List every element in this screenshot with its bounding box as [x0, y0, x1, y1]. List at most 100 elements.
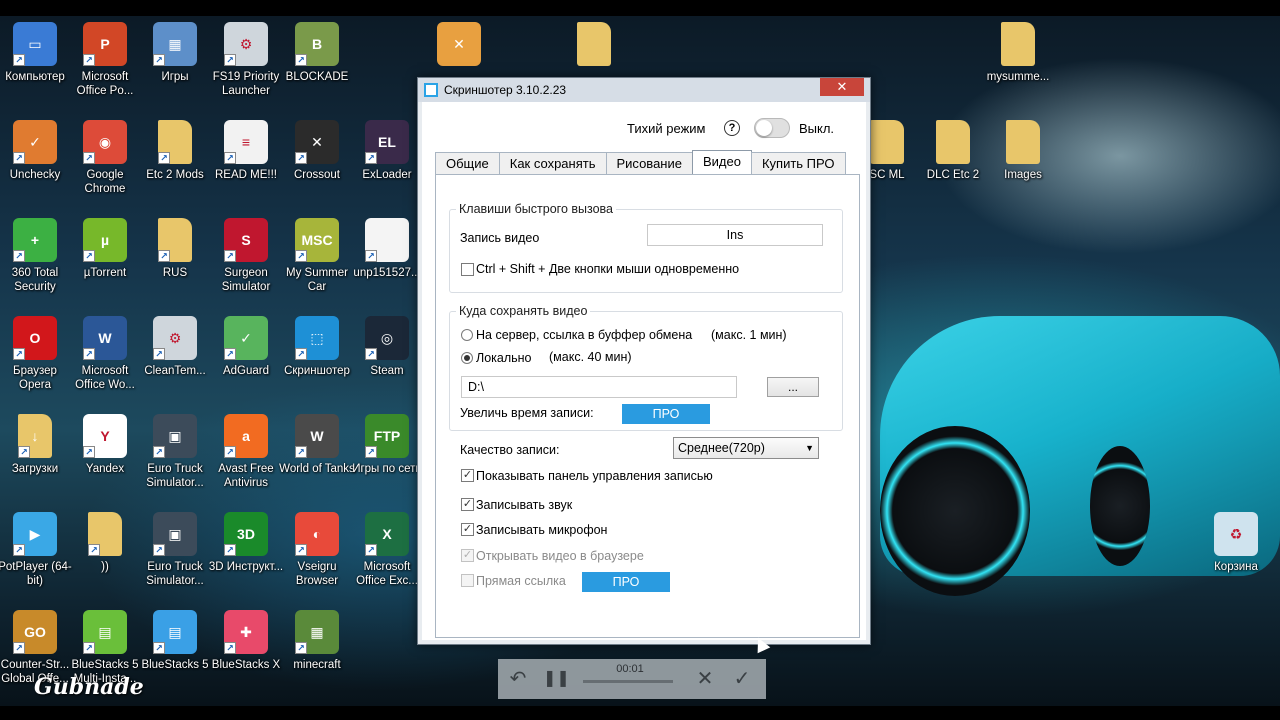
desktop-icon-label: READ ME!!!: [215, 169, 277, 181]
tab-buy-pro[interactable]: Купить ПРО: [750, 152, 846, 174]
desktop-icon[interactable]: ↗ RUS: [140, 218, 210, 314]
desktop-icon[interactable]: EL ↗ ExLoader: [352, 120, 422, 216]
direct-link-pro-button[interactable]: ПРО: [582, 572, 670, 592]
ccleaner-broom-icon: ✕: [437, 22, 481, 66]
shortcut-arrow-icon: ↗: [83, 348, 95, 360]
desktop-icon[interactable]: Y ↗ Yandex: [70, 414, 140, 510]
desktop-icon[interactable]: ↗ Etc 2 Mods: [140, 120, 210, 216]
desktop-icon[interactable]: ↗)): [70, 512, 140, 608]
shortcut-arrow-icon: ↗: [365, 544, 377, 556]
mouse-combo-checkbox[interactable]: [461, 263, 474, 276]
icon-glyph: ▣: [168, 427, 182, 444]
window-title: Скриншотер 3.10.2.23: [444, 83, 567, 97]
shortcut-arrow-icon: ↗: [83, 250, 95, 262]
shortcut-arrow-icon: ↗: [295, 642, 307, 654]
shortcut-arrow-icon: ↗: [13, 250, 25, 262]
browse-button[interactable]: ...: [767, 377, 819, 397]
help-icon[interactable]: ?: [724, 120, 740, 136]
desktop-icon[interactable]: ◎ ↗ Steam: [352, 316, 422, 412]
save-location-group: Куда сохранять видео На сервер, ссылка в…: [449, 304, 843, 431]
save-path-field[interactable]: D:\: [461, 376, 737, 398]
desktop-icon-label: 3D Инструкт...: [208, 561, 284, 573]
increase-time-pro-button[interactable]: ПРО: [622, 404, 710, 424]
tab-bar: Общие Как сохранять Рисование Видео Купи…: [435, 150, 846, 174]
desktop-icon[interactable]: ✓ ↗ AdGuard: [211, 316, 281, 412]
desktop-icon[interactable]: ≡ ↗ READ ME!!!: [211, 120, 281, 216]
desktop-icon[interactable]: + ↗ 360 Total Security: [0, 218, 70, 314]
desktop-icon[interactable]: ✕ ↗ Crossout: [282, 120, 352, 216]
undo-icon[interactable]: ↶: [506, 667, 530, 691]
desktop-icon-label: 360 Total Security: [11, 267, 59, 293]
desktop-icon[interactable]: S ↗ Surgeon Simulator: [211, 218, 281, 314]
quality-select[interactable]: Среднее(720p) ▼: [673, 437, 819, 459]
cancel-recording-button[interactable]: ✕: [693, 667, 717, 691]
desktop-icon[interactable]: O ↗ Браузер Opera: [0, 316, 70, 412]
desktop-icon-label: Компьютер: [5, 71, 65, 83]
desktop-icon[interactable]: ▤ ↗ BlueStacks 5: [140, 610, 210, 706]
desktop-icon[interactable]: mysumme...: [983, 22, 1053, 118]
desktop-icon[interactable]: µ ↗ µTorrent: [70, 218, 140, 314]
close-button[interactable]: ✕: [820, 78, 864, 96]
360-security-icon: + ↗: [13, 218, 57, 262]
local-radio[interactable]: [461, 352, 473, 364]
desktop-icon[interactable]: ↓ ↗ Загрузки: [0, 414, 70, 510]
tab-save-method[interactable]: Как сохранять: [498, 152, 607, 174]
desktop-icon[interactable]: ▦ ↗ minecraft: [282, 610, 352, 706]
desktop-icon[interactable]: ⚙ ↗ CleanTem...: [140, 316, 210, 412]
window-titlebar[interactable]: Скриншотер 3.10.2.23 ✕: [418, 78, 870, 102]
shortcut-arrow-icon: ↗: [13, 544, 25, 556]
desktop-icon[interactable]: ♻ Корзина: [1201, 512, 1271, 608]
screenshoter-icon: ⬚ ↗: [295, 316, 339, 360]
confirm-recording-button[interactable]: ✓: [730, 667, 754, 691]
desktop-icon[interactable]: a ↗ Avast Free Antivirus: [211, 414, 281, 510]
desktop-icon[interactable]: ▣ ↗ Euro Truck Simulator...: [140, 414, 210, 510]
desktop-icon[interactable]: Images: [988, 120, 1058, 216]
desktop-icon[interactable]: W ↗ Microsoft Office Wo...: [70, 316, 140, 412]
desktop-icon[interactable]: ▶ ↗ PotPlayer (64-bit): [0, 512, 72, 608]
shortcut-arrow-icon: ↗: [365, 152, 377, 164]
window-client: Тихий режим ? Выкл. Общие Как сохранять …: [422, 102, 866, 640]
desktop-icon-label: unp151527...: [353, 267, 421, 279]
word-icon: W ↗: [83, 316, 127, 360]
desktop-icon[interactable]: MSC ↗ My Summer Car: [282, 218, 352, 314]
desktop-icon-label: Yandex: [85, 463, 125, 475]
desktop-icon[interactable]: ✚ ↗ BlueStacks X: [211, 610, 281, 706]
desktop-icon[interactable]: ▭ ↗ Компьютер: [0, 22, 70, 118]
tab-general[interactable]: Общие: [435, 152, 500, 174]
pause-button[interactable]: ❚❚: [543, 667, 570, 691]
tab-drawing[interactable]: Рисование: [605, 152, 693, 174]
desktop-icon[interactable]: DLC Etc 2: [918, 120, 988, 216]
desktop-icon[interactable]: P ↗ Microsoft Office Po...: [70, 22, 140, 118]
3d-instructor-icon: 3D ↗: [224, 512, 268, 556]
desktop-icon[interactable]: ◉ ↗ Google Chrome: [70, 120, 140, 216]
desktop-icon[interactable]: ▦ ↗ Игры: [140, 22, 210, 118]
chrome-icon: ◉ ↗: [83, 120, 127, 164]
show-panel-checkbox[interactable]: [461, 469, 474, 482]
desktop-icon[interactable]: ▣ ↗ Euro Truck Simulator...: [140, 512, 210, 608]
desktop-icon-label: DLC Etc 2: [926, 169, 980, 181]
mouse-combo-label: Ctrl + Shift + Две кнопки мыши одновреме…: [476, 262, 740, 276]
record-hotkey-field[interactable]: Ins: [647, 224, 823, 246]
desktop-icon[interactable]: FTP ↗ Игры по сети: [352, 414, 422, 510]
icon-glyph: B: [311, 36, 323, 52]
desktop-icon[interactable]: ✓ ↗ Unchecky: [0, 120, 70, 216]
tab-video[interactable]: Видео: [691, 150, 752, 174]
desktop-icon[interactable]: ↗ unp151527...: [352, 218, 422, 314]
desktop-icon[interactable]: B ↗ BLOCKADE: [282, 22, 352, 118]
euro-truck-icon: ▣ ↗: [153, 512, 197, 556]
desktop-icon[interactable]: ⚙ ↗ FS19 Priority Launcher: [211, 22, 281, 118]
shortcut-arrow-icon: ↗: [88, 544, 100, 556]
desktop-icon[interactable]: X ↗ Microsoft Office Exc...: [352, 512, 422, 608]
shortcut-arrow-icon: ↗: [18, 446, 30, 458]
quiet-mode-label: Тихий режим: [627, 121, 706, 136]
record-sound-label: Записывать звук: [476, 498, 573, 512]
record-mic-checkbox[interactable]: [461, 523, 474, 536]
server-radio[interactable]: [461, 329, 473, 341]
desktop-icon[interactable]: ⬚ ↗ Скриншотер: [282, 316, 352, 412]
crossout-icon: ✕ ↗: [295, 120, 339, 164]
desktop-icon[interactable]: 3D ↗ 3D Инструкт...: [208, 512, 284, 608]
record-sound-checkbox[interactable]: [461, 498, 474, 511]
desktop-icon[interactable]: ◐ ↗ Vseigru Browser: [282, 512, 352, 608]
quiet-mode-toggle[interactable]: [754, 118, 790, 138]
desktop-icon[interactable]: W ↗ World of Tanks: [279, 414, 355, 510]
